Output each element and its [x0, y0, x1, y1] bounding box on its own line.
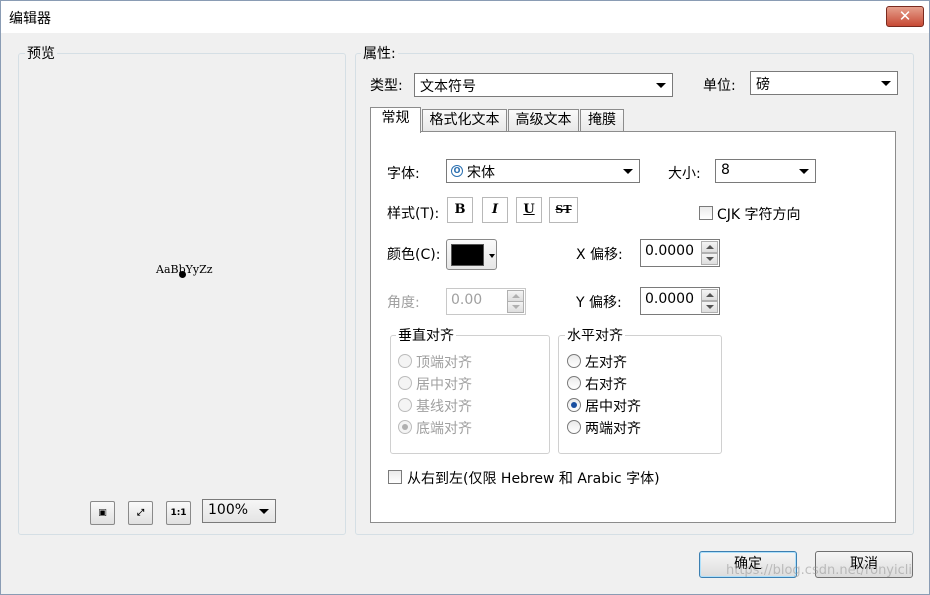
properties-group-label: 属性: [361, 43, 398, 63]
spin-up-icon[interactable] [701, 241, 718, 253]
radio-label: 底端对齐 [416, 421, 472, 437]
strikethrough-icon: ST [555, 203, 572, 216]
radio-button[interactable] [567, 354, 581, 368]
spin-up-icon[interactable] [701, 289, 718, 301]
horizontal-align-label: 水平对齐 [565, 325, 625, 345]
italic-button[interactable]: I [482, 197, 508, 223]
title-bar: 编辑器 ✕ [1, 1, 929, 33]
radio-button[interactable] [398, 420, 412, 434]
preview-group-label: 预览 [25, 43, 57, 63]
rtl-checkbox[interactable] [388, 470, 402, 484]
anchor-point-icon [179, 271, 186, 278]
close-button[interactable]: ✕ [886, 6, 924, 27]
radio-label: 居中对齐 [585, 399, 641, 415]
y-offset-value: 0.0000 [645, 291, 694, 307]
zoom-value: 100% [208, 502, 249, 518]
radio-button[interactable] [567, 398, 581, 412]
zoom-in-icon: ▣ [98, 508, 107, 518]
cjk-orientation-checkbox[interactable] [699, 206, 713, 220]
radio-button[interactable] [567, 376, 581, 390]
y-offset-spinner[interactable]: 0.0000 [640, 287, 720, 315]
tab-formatted-text[interactable]: 格式化文本 [422, 109, 507, 131]
type-value: 文本符号 [420, 79, 476, 95]
font-value: 宋体 [467, 165, 495, 181]
close-icon: ✕ [898, 7, 912, 25]
unit-select[interactable]: 磅 [750, 71, 898, 95]
radio-label: 顶端对齐 [416, 355, 472, 371]
cjk-orientation-label: CJK 字符方向 [717, 207, 801, 223]
radio-button[interactable] [398, 398, 412, 412]
angle-spinner[interactable]: 0.00 [446, 288, 526, 315]
size-select[interactable]: 8 [715, 159, 816, 183]
zoom-select[interactable]: 100% [202, 499, 276, 523]
rtl-label: 从右到左(仅限 Hebrew 和 Arabic 字体) [407, 471, 660, 487]
tab-advanced-text[interactable]: 高级文本 [508, 109, 579, 131]
editor-dialog: 编辑器 ✕ 预览 AaBbYyZz ▣ ⤢ 1:1 100% 属性: 类型: 文… [0, 0, 930, 595]
radio-label: 两端对齐 [585, 421, 641, 437]
chevron-down-icon [799, 169, 809, 174]
font-select[interactable]: O 宋体 [446, 159, 640, 183]
color-picker-button[interactable] [446, 239, 497, 270]
radio-selected-dot [571, 402, 577, 408]
radio-label: 基线对齐 [416, 399, 472, 415]
tab-formatted-text-label: 格式化文本 [429, 112, 500, 128]
strikethrough-button[interactable]: ST [549, 197, 578, 223]
size-value: 8 [721, 162, 730, 178]
angle-value: 0.00 [451, 292, 483, 308]
full-extent-button[interactable]: ⤢ [128, 501, 153, 525]
chevron-down-icon [623, 169, 633, 174]
chevron-down-icon [489, 254, 495, 258]
zoom-in-button[interactable]: ▣ [90, 501, 115, 525]
tab-mask-label: 掩膜 [588, 112, 616, 128]
x-offset-spinner[interactable]: 0.0000 [640, 239, 720, 267]
color-label: 颜色(C): [387, 247, 441, 263]
radio-button[interactable] [398, 354, 412, 368]
chevron-down-icon [259, 509, 269, 514]
italic-icon: I [491, 202, 499, 217]
tab-advanced-text-label: 高级文本 [515, 112, 572, 128]
size-label: 大小: [668, 166, 701, 182]
radio-label: 居中对齐 [416, 377, 472, 393]
opentype-font-icon: O [451, 165, 463, 177]
font-label: 字体: [387, 166, 420, 182]
radio-label: 左对齐 [585, 355, 627, 371]
type-label: 类型: [370, 78, 403, 94]
radio-button[interactable] [398, 376, 412, 390]
chevron-down-icon [881, 81, 891, 86]
spin-down-icon[interactable] [507, 301, 524, 313]
underline-icon: U [523, 202, 535, 217]
one-to-one-icon: 1:1 [170, 508, 187, 518]
full-extent-icon: ⤢ [136, 508, 145, 518]
type-select[interactable]: 文本符号 [414, 73, 673, 97]
x-offset-label: X 偏移: [576, 247, 623, 263]
color-swatch [451, 244, 484, 266]
underline-button[interactable]: U [516, 197, 542, 223]
preview-group [18, 53, 346, 535]
tab-mask[interactable]: 掩膜 [580, 109, 624, 131]
radio-selected-dot [402, 424, 408, 430]
tab-general-label: 常规 [381, 110, 410, 126]
y-offset-label: Y 偏移: [576, 295, 622, 311]
chevron-down-icon [656, 83, 666, 88]
unit-label: 单位: [703, 78, 736, 94]
radio-button[interactable] [567, 420, 581, 434]
window-title: 编辑器 [9, 11, 51, 27]
vertical-align-label: 垂直对齐 [396, 325, 456, 345]
radio-label: 右对齐 [585, 377, 627, 393]
tab-general[interactable]: 常规 [370, 107, 421, 133]
unit-value: 磅 [756, 77, 770, 93]
spin-down-icon[interactable] [701, 253, 718, 265]
angle-label: 角度: [387, 295, 420, 311]
one-to-one-button[interactable]: 1:1 [166, 501, 191, 525]
style-label: 样式(T): [387, 206, 440, 222]
bold-icon: B [454, 202, 466, 217]
bold-button[interactable]: B [447, 197, 473, 223]
watermark-text: https://blog.csdn.net/ronyicli [726, 563, 912, 578]
x-offset-value: 0.0000 [645, 243, 694, 259]
spin-down-icon[interactable] [701, 301, 718, 313]
